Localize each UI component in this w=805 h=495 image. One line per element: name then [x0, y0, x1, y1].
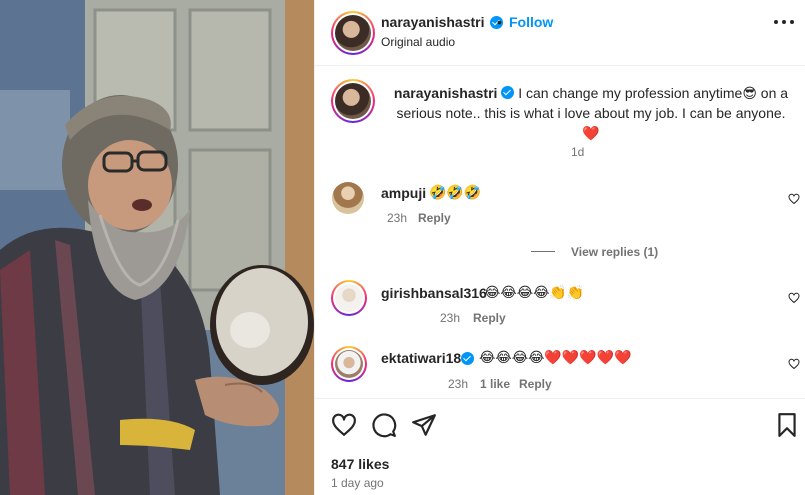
verified-badge-icon [461, 352, 474, 365]
comment-time: 23h [448, 377, 469, 391]
audio-label[interactable]: Original audio [381, 35, 455, 49]
comment-time: 23h [387, 211, 408, 225]
caption: narayanishastri I can change my professi… [391, 83, 791, 143]
share-icon[interactable] [411, 412, 437, 438]
post-media[interactable] [0, 0, 314, 495]
video-frame [0, 0, 314, 495]
post-header: narayanishastri • Follow Original audio [315, 0, 805, 66]
commenter-avatar[interactable] [331, 346, 367, 382]
comment-text: 🤣🤣🤣 [429, 185, 482, 201]
author-username[interactable]: narayanishastri [381, 14, 485, 30]
comment-username[interactable]: ampuji [381, 185, 426, 201]
reply-button[interactable]: Reply [519, 377, 552, 391]
comment-text: 😂😂😂😂❤️❤️❤️❤️❤️ [479, 350, 632, 366]
caption-username[interactable]: narayanishastri [394, 85, 498, 101]
like-comment-icon[interactable] [788, 193, 800, 205]
post-panel: narayanishastri • Follow Original audio … [314, 0, 805, 495]
follow-button[interactable]: Follow [509, 14, 553, 30]
comment-likes[interactable]: 1 like [480, 377, 510, 391]
like-icon[interactable] [331, 412, 357, 438]
comment-username[interactable]: girishbansal316 [381, 285, 487, 301]
reply-button[interactable]: Reply [418, 211, 451, 225]
view-replies-button[interactable]: View replies (1) [571, 245, 658, 259]
commenter-avatar[interactable] [332, 182, 364, 214]
like-comment-icon[interactable] [788, 292, 800, 304]
view-replies-line [531, 251, 555, 252]
caption-age: 1d [571, 145, 585, 159]
save-icon[interactable] [774, 412, 800, 438]
post-time: 1 day ago [331, 476, 384, 490]
reply-button[interactable]: Reply [473, 311, 506, 325]
verified-badge-icon [501, 86, 515, 99]
comment-text: 😂😂😂😂👏👏 [484, 285, 585, 301]
more-options-icon[interactable] [774, 20, 794, 26]
caption-avatar[interactable] [331, 79, 375, 123]
like-comment-icon[interactable] [788, 358, 800, 370]
comment-time: 23h [440, 311, 461, 325]
author-avatar[interactable] [331, 11, 375, 55]
comment-username[interactable]: ektatiwari18 [381, 350, 461, 366]
header-separator: • [497, 14, 502, 30]
comment-icon[interactable] [371, 412, 397, 438]
commenter-avatar[interactable] [331, 280, 367, 316]
like-count[interactable]: 847 likes [331, 456, 389, 472]
